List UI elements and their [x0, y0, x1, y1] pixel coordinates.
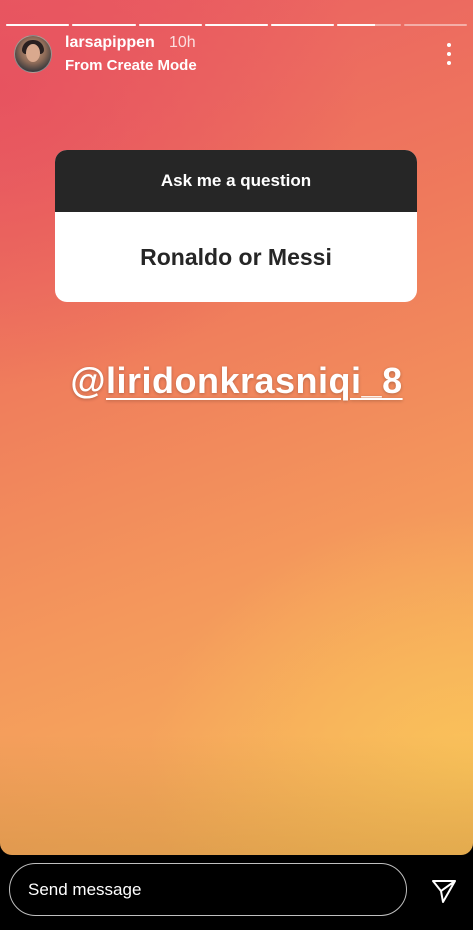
- mention-at: @: [70, 360, 106, 401]
- story-screen: larsapippen 10h From Create Mode Ask me …: [0, 0, 473, 930]
- avatar-face: [26, 44, 40, 62]
- send-message-input[interactable]: Send message: [9, 863, 407, 916]
- story-progress-segment: [337, 24, 401, 26]
- reply-bar: Send message: [0, 855, 473, 930]
- more-dot: [447, 43, 451, 47]
- story-progress-segment: [6, 24, 70, 26]
- story-time: 10h: [169, 34, 196, 51]
- mention-handle[interactable]: liridonkrasniqi_8: [106, 360, 403, 401]
- send-message-placeholder: Send message: [28, 879, 142, 899]
- send-icon[interactable]: [430, 877, 458, 905]
- avatar[interactable]: [14, 35, 52, 73]
- more-options-icon[interactable]: [445, 43, 453, 65]
- story-progress-fill: [204, 24, 269, 26]
- username[interactable]: larsapippen: [65, 34, 155, 52]
- question-sticker-answer: Ronaldo or Messi: [140, 243, 332, 270]
- story-progress-fill: [138, 24, 202, 26]
- story-progress-segment: [72, 24, 136, 26]
- story-progress-fill: [72, 24, 136, 26]
- question-sticker-header: Ask me a question: [55, 150, 417, 212]
- story-progress-segment: [403, 24, 467, 26]
- mention-sticker[interactable]: @liridonkrasniqi_8: [0, 360, 473, 402]
- story-canvas[interactable]: larsapippen 10h From Create Mode Ask me …: [0, 0, 473, 855]
- story-progress-fill: [271, 24, 335, 26]
- story-subtitle[interactable]: From Create Mode: [65, 57, 197, 74]
- story-progress-fill: [6, 24, 70, 26]
- story-progress-bar: [6, 24, 467, 26]
- story-progress-segment: [138, 24, 202, 26]
- story-progress-segment: [204, 24, 269, 26]
- story-header: larsapippen 10h From Create Mode: [14, 34, 459, 75]
- more-dot: [447, 61, 451, 65]
- question-sticker[interactable]: Ask me a question Ronaldo or Messi: [55, 150, 417, 302]
- story-progress-fill: [337, 24, 376, 26]
- more-dot: [447, 52, 451, 56]
- story-progress-segment: [271, 24, 335, 26]
